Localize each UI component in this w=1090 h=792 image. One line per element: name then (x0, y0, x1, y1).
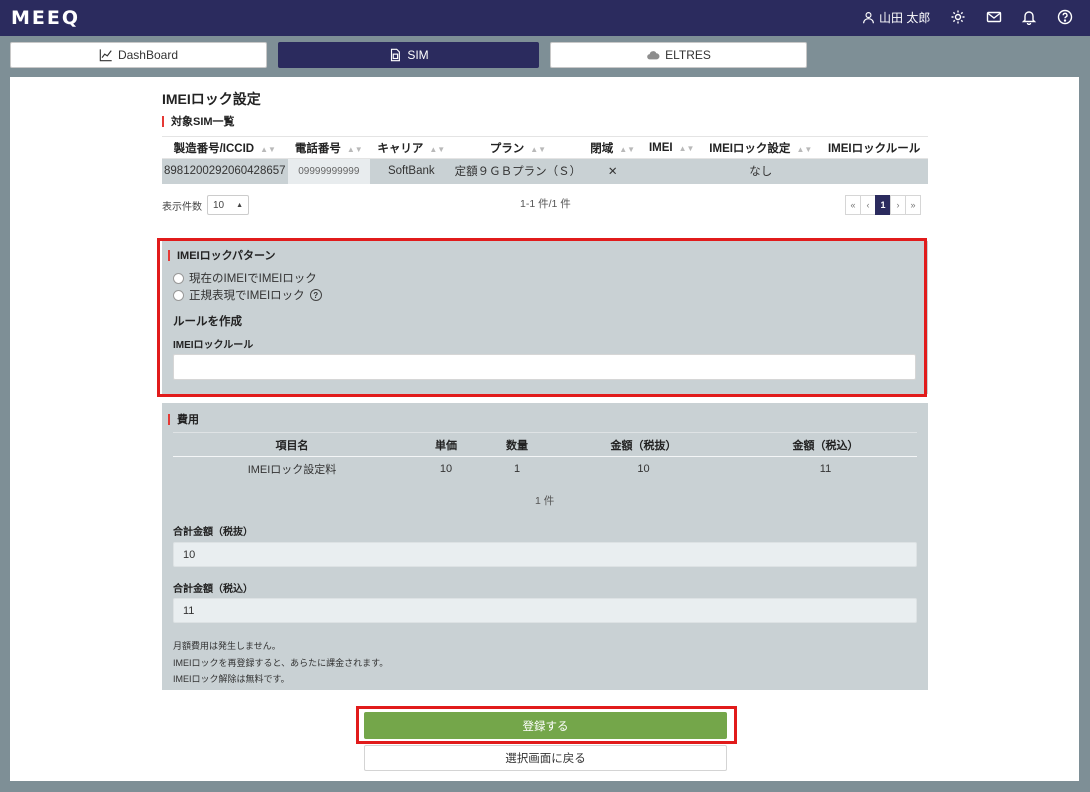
fee-cell-qty: 1 (513, 462, 521, 475)
fee-title: 費用 (168, 411, 199, 427)
cell-imei (642, 158, 702, 184)
fee-cell-name: IMEIロック設定料 (247, 463, 337, 476)
fee-cell-unit: 10 (439, 462, 453, 475)
chart-line-icon (99, 49, 112, 62)
col-plan[interactable]: プラン ▲▼ (452, 136, 584, 159)
back-button[interactable]: 選択画面に戻る (364, 745, 727, 771)
select-caret-icon: ▲ (236, 201, 243, 209)
fee-cell-incl: 11 (819, 462, 832, 475)
help-question-icon[interactable]: ? (309, 289, 322, 301)
page-first-button[interactable]: « (845, 195, 861, 215)
settings-gear-icon[interactable] (949, 8, 967, 26)
per-page: 表示件数 10 ▲ (162, 195, 249, 215)
fee-note: IMEIロック解除は無料です。 (173, 674, 290, 684)
tab-dashboard[interactable]: DashBoard (10, 42, 267, 68)
user-name: 山田 太郎 (879, 11, 931, 25)
fee-col-incl: 金額（税込） (734, 432, 917, 457)
radio-button[interactable] (173, 272, 184, 284)
lock-rule-input[interactable] (173, 354, 916, 380)
pagination: « ‹ 1 › » (845, 195, 921, 215)
fee-col-qty: 数量 (481, 432, 553, 457)
total-excl-label: 合計金額（税抜） (173, 527, 253, 538)
col-imei[interactable]: IMEI ▲▼ (642, 136, 702, 159)
radio-button[interactable] (173, 289, 184, 301)
bell-icon[interactable] (1020, 8, 1038, 26)
page-title: IMEIロック設定 (162, 91, 261, 107)
fee-count: 1 件 (535, 495, 555, 507)
fee-table: 項目名 単価 数量 金額（税抜） 金額（税込） IMEIロック設定料 10 1 … (173, 432, 917, 481)
user-menu[interactable]: 山田 太郎 (862, 9, 930, 26)
total-incl-label: 合計金額（税込） (173, 584, 253, 595)
col-lock-rule: IMEIロックルール (820, 136, 928, 159)
cloud-icon (647, 51, 660, 60)
fee-cell-excl: 10 (637, 462, 650, 475)
fee-note: 月額費用は発生しません。 (173, 641, 281, 651)
per-page-select[interactable]: 10 ▲ (207, 195, 249, 215)
sim-list-title: 対象SIM一覧 (162, 113, 235, 129)
col-phone[interactable]: 電話番号 ▲▼ (287, 136, 371, 159)
col-closed[interactable]: 閉域 ▲▼ (583, 136, 642, 159)
radio-current-imei[interactable]: 現在のIMEIでIMEIロック (173, 270, 317, 286)
cell-plan: 定額９ＧＢプラン（Ｓ） (452, 158, 584, 184)
rule-heading: ルールを作成 (173, 316, 242, 328)
radio-regex[interactable]: 正規表現でIMEIロック ? (173, 287, 322, 303)
help-icon[interactable] (1056, 8, 1074, 26)
cell-lock-rule (820, 158, 928, 184)
user-icon (863, 12, 874, 24)
fee-col-name: 項目名 (173, 432, 411, 457)
per-page-label: 表示件数 (162, 201, 202, 213)
total-incl-field: 11 (173, 598, 917, 623)
meeq-logo[interactable]: MEEQ (11, 7, 80, 29)
sim-card-icon (391, 48, 401, 62)
submit-button[interactable]: 登録する (364, 712, 727, 739)
col-carrier[interactable]: キャリア ▲▼ (370, 136, 453, 159)
mail-icon[interactable] (985, 8, 1003, 26)
page-prev-button[interactable]: ‹ (860, 195, 876, 215)
cell-lock-setting: なし (701, 158, 821, 184)
cell-carrier: SoftBank (370, 158, 453, 184)
tab-eltres[interactable]: ELTRES (550, 42, 807, 68)
fee-col-excl: 金額（税抜） (553, 432, 734, 457)
page-last-button[interactable]: » (905, 195, 921, 215)
cell-phone: 09999999999 (287, 158, 371, 184)
col-lock-setting[interactable]: IMEIロック設定 ▲▼ (701, 136, 821, 159)
table-row[interactable]: 8981200292060428657 09999999999 SoftBank… (162, 158, 928, 184)
page-next-button[interactable]: › (890, 195, 906, 215)
col-iccid[interactable]: 製造番号/ICCID ▲▼ (162, 136, 288, 159)
page-current-button[interactable]: 1 (875, 195, 891, 215)
cell-closed: ✕ (583, 158, 642, 184)
table-row: IMEIロック設定料 10 1 10 11 (173, 457, 917, 481)
cell-iccid: 8981200292060428657 (162, 158, 288, 184)
result-count: 1-1 件/1 件 (520, 198, 571, 210)
fee-col-unit: 単価 (411, 432, 481, 457)
tab-bar: DashBoard SIM ELTRES (0, 36, 1090, 76)
fee-note: IMEIロックを再登録すると、あらたに課金されます。 (173, 658, 389, 668)
top-bar: MEEQ 山田 太郎 (0, 0, 1090, 36)
tab-sim[interactable]: SIM (278, 42, 539, 68)
total-excl-field: 10 (173, 542, 917, 567)
sim-table: 製造番号/ICCID ▲▼ 電話番号 ▲▼ キャリア ▲▼ プラン ▲▼ 閉域 ▲▼ IM… (162, 136, 928, 184)
rule-label: IMEIロックルール (173, 340, 254, 351)
lock-pattern-title: IMEIロックパターン (168, 247, 276, 263)
